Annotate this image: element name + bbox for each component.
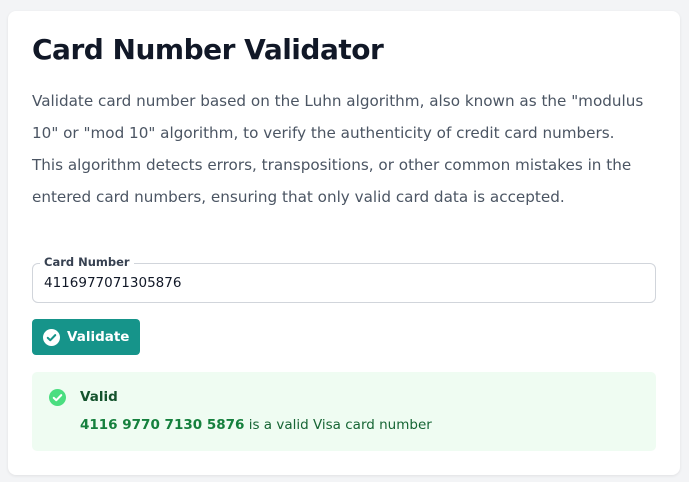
result-card-number: 4116 9770 7130 5876 [80,417,245,433]
check-circle-icon [49,389,66,406]
result-message-text: is a valid Visa card number [244,417,432,433]
validate-button-label: Validate [67,329,130,345]
card-number-label: Card Number [40,255,134,269]
validator-card: Card Number Validator Validate card numb… [8,11,680,475]
validate-button[interactable]: Validate [32,319,140,355]
result-message: 4116 9770 7130 5876 is a valid Visa card… [80,417,432,433]
check-circle-icon [43,328,60,346]
result-status: Valid [80,389,118,405]
card-number-field[interactable]: Card Number [32,255,656,303]
page-title: Card Number Validator [32,33,384,66]
card-number-input[interactable] [44,275,644,291]
page-description: Validate card number based on the Luhn a… [32,92,644,206]
validation-result: Valid 4116 9770 7130 5876 is a valid Vis… [32,372,656,451]
